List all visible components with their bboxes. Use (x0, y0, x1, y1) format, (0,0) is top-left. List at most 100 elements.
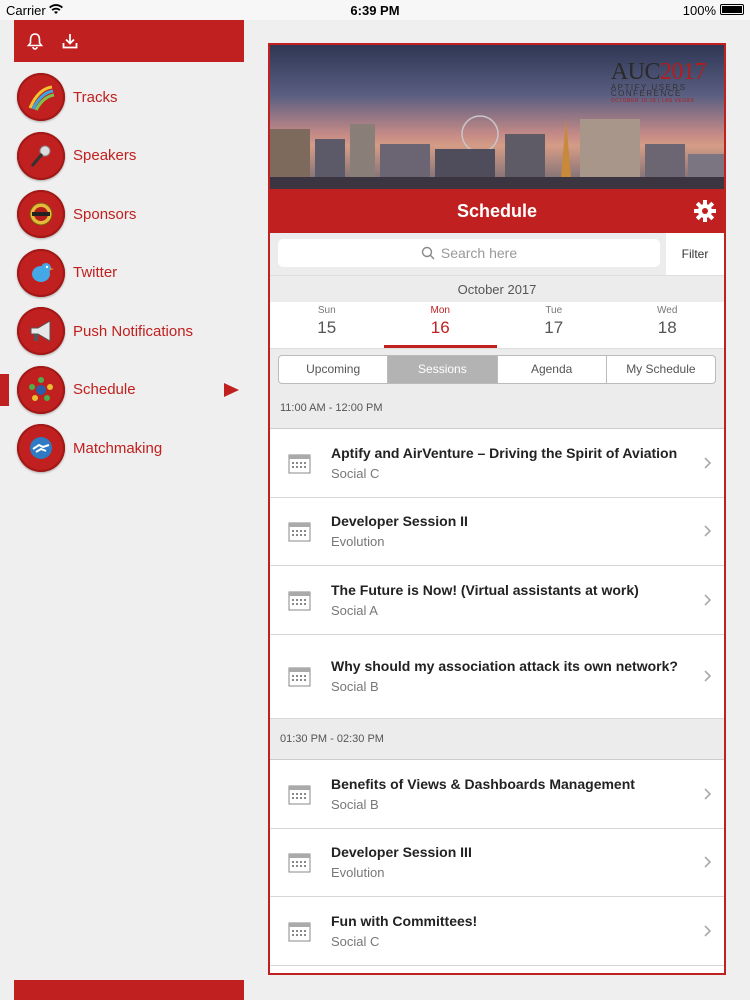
search-input[interactable]: Search here (278, 239, 660, 267)
day-tab-sun[interactable]: Sun 15 (270, 302, 384, 348)
session-list: 11:00 AM - 12:00 PM Aptify and AirVentur… (270, 388, 724, 966)
search-icon (421, 246, 435, 260)
session-row[interactable]: Developer Session II Evolution (270, 497, 724, 566)
gear-icon[interactable] (694, 200, 716, 222)
sidebar-item-label: Schedule (73, 381, 136, 399)
session-room: Evolution (331, 865, 385, 881)
filter-button[interactable]: Filter (666, 233, 724, 275)
day-tab-wed[interactable]: Wed 18 (611, 302, 725, 348)
download-icon[interactable] (59, 30, 81, 52)
schedule-icon (17, 365, 65, 414)
conference-logo: AUC2017 APTIFY USERS CONFERENCE OCTOBER … (610, 59, 707, 104)
sidebar-item-push-notifications[interactable]: Push Notifications (0, 302, 250, 361)
conference-banner: AUC2017 APTIFY USERS CONFERENCE OCTOBER … (270, 45, 724, 189)
day-selector: Sun 15 Mon 16 Tue 17 Wed 18 (270, 302, 724, 348)
calendar-icon (288, 785, 311, 805)
active-indicator (0, 373, 9, 406)
calendar-icon (288, 922, 311, 942)
session-row[interactable]: Developer Session III Evolution (270, 828, 724, 897)
calendar-icon (288, 454, 311, 474)
day-number: 18 (657, 318, 677, 337)
session-row[interactable]: Fun with Committees! Social C (270, 897, 724, 966)
sidebar-item-sponsors[interactable]: Sponsors (0, 185, 250, 244)
bell-icon[interactable] (24, 30, 46, 52)
schedule-header: Schedule (270, 189, 724, 233)
twitter-bird-icon (17, 248, 65, 297)
battery-icon (720, 4, 744, 15)
session-title: Why should my association attack its own… (331, 658, 678, 675)
sidebar-item-schedule[interactable]: Schedule (0, 361, 250, 420)
tab-my-schedule[interactable]: My Schedule (607, 356, 715, 383)
selected-arrow-icon (224, 382, 239, 397)
calendar-icon (288, 853, 311, 873)
sidebar-item-label: Speakers (73, 147, 137, 165)
microphone-icon (17, 131, 65, 180)
battery-percent: 100% (682, 3, 716, 18)
session-room: Evolution (331, 534, 385, 550)
sidebar-item-label: Matchmaking (73, 439, 163, 457)
tracks-icon (17, 73, 65, 122)
status-bar: Carrier 6:39 PM 100% (0, 0, 750, 20)
sidebar-item-label: Tracks (73, 88, 118, 106)
tab-upcoming[interactable]: Upcoming (279, 356, 389, 383)
day-number: 15 (317, 318, 337, 337)
chevron-right-icon (704, 457, 712, 469)
session-room: Social A (331, 602, 378, 618)
day-name: Mon (430, 305, 450, 316)
chevron-right-icon (704, 856, 712, 868)
session-title: Fun with Committees! (331, 912, 478, 929)
day-number: 16 (430, 318, 450, 337)
day-tab-mon[interactable]: Mon 16 (383, 302, 498, 348)
tab-agenda[interactable]: Agenda (498, 356, 607, 383)
sidebar-item-label: Push Notifications (73, 322, 194, 340)
session-row[interactable]: Why should my association attack its own… (270, 634, 724, 719)
sidebar-item-speakers[interactable]: Speakers (0, 127, 250, 186)
calendar-icon (288, 522, 311, 542)
megaphone-icon (17, 307, 65, 356)
sidebar-item-matchmaking[interactable]: Matchmaking (0, 419, 250, 478)
session-title: Developer Session III (331, 844, 472, 861)
month-label: October 2017 (270, 275, 724, 302)
session-title: Developer Session II (331, 513, 468, 530)
sidebar-item-tracks[interactable]: Tracks (0, 68, 250, 127)
segmented-control: Upcoming Sessions Agenda My Schedule (278, 355, 716, 384)
calendar-icon (288, 591, 311, 611)
sponsor-badge-icon (17, 190, 65, 239)
time-slot-header: 11:00 AM - 12:00 PM (270, 388, 724, 429)
segment-row: Upcoming Sessions Agenda My Schedule (270, 348, 724, 388)
chevron-right-icon (704, 525, 712, 537)
day-name: Wed (657, 305, 678, 316)
chevron-right-icon (704, 670, 712, 682)
sidebar-header (14, 20, 244, 62)
tab-sessions[interactable]: Sessions (388, 356, 498, 383)
session-room: Social C (331, 933, 380, 949)
session-room: Social C (331, 465, 380, 481)
clock: 6:39 PM (350, 3, 400, 18)
session-row[interactable]: Benefits of Views & Dashboards Managemen… (270, 760, 724, 829)
session-title: Aptify and AirVenture – Driving the Spir… (331, 444, 678, 461)
session-room: Social B (331, 796, 379, 812)
city-skyline-image (270, 115, 724, 189)
chevron-right-icon (704, 925, 712, 937)
sidebar-item-twitter[interactable]: Twitter (0, 244, 250, 303)
calendar-icon (288, 667, 311, 687)
sidebar-footer (14, 980, 244, 1000)
session-row[interactable]: Aptify and AirVenture – Driving the Spir… (270, 429, 724, 498)
session-title: The Future is Now! (Virtual assistants a… (331, 581, 639, 598)
day-name: Tue (545, 305, 563, 316)
chevron-right-icon (704, 594, 712, 606)
handshake-icon (17, 424, 65, 473)
search-row: Search here Filter (270, 233, 724, 275)
day-name: Sun (317, 305, 336, 316)
day-tab-tue[interactable]: Tue 17 (497, 302, 611, 348)
session-room: Social B (331, 679, 379, 695)
day-number: 17 (544, 318, 564, 337)
time-slot-header: 01:30 PM - 02:30 PM (270, 719, 724, 760)
schedule-panel: AUC2017 APTIFY USERS CONFERENCE OCTOBER … (268, 43, 726, 975)
session-row[interactable]: The Future is Now! (Virtual assistants a… (270, 566, 724, 635)
sidebar-item-label: Sponsors (73, 205, 137, 223)
chevron-right-icon (704, 788, 712, 800)
sidebar-menu: Tracks Speakers Sponsors Twitter Push No… (0, 68, 250, 478)
page-title: Schedule (456, 201, 538, 221)
session-title: Benefits of Views & Dashboards Managemen… (331, 775, 635, 792)
